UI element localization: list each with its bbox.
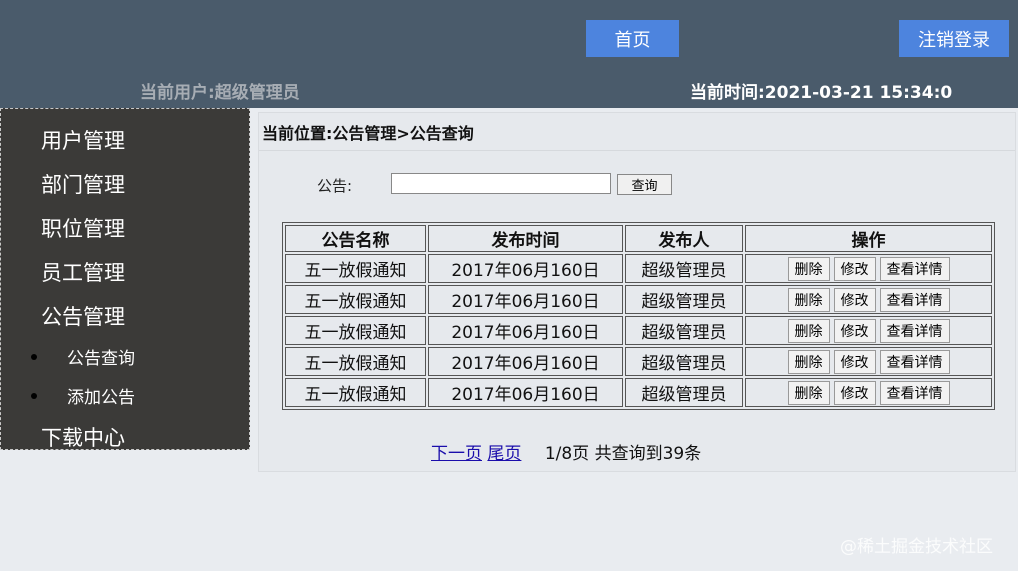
search-button[interactable]: 查询 — [617, 174, 672, 195]
sidebar-item-position-management[interactable]: 职位管理 — [41, 213, 125, 243]
cell-publish-time: 2017年06月160日 — [428, 254, 623, 283]
sidebar-subitem-label: 添加公告 — [67, 388, 135, 408]
sidebar: 用户管理 部门管理 职位管理 员工管理 公告管理 公告查询 添加公告 下载中心 — [0, 108, 250, 450]
sidebar-item-notice-management[interactable]: 公告管理 — [41, 301, 125, 331]
bullet-icon — [31, 353, 37, 360]
cell-publish-time: 2017年06月160日 — [428, 316, 623, 345]
divider — [259, 150, 1015, 151]
cell-publisher: 超级管理员 — [625, 378, 743, 407]
delete-button[interactable]: 删除 — [787, 256, 830, 281]
cell-publisher: 超级管理员 — [625, 285, 743, 314]
search-input[interactable] — [391, 173, 611, 194]
delete-button[interactable]: 删除 — [787, 287, 830, 312]
bullet-icon — [31, 392, 37, 399]
sidebar-subitem-add-notice[interactable]: 添加公告 — [31, 383, 135, 408]
sidebar-item-download-center[interactable]: 下载中心 — [41, 422, 125, 449]
breadcrumb: 当前位置:公告管理>公告查询 — [262, 124, 474, 143]
cell-actions: 删除 修改 查看详情 — [745, 347, 992, 376]
main-panel: 当前位置:公告管理>公告查询 公告: 查询 公告名称 发布时间 发布人 操作 五… — [258, 112, 1016, 472]
cell-notice-name: 五一放假通知 — [285, 347, 426, 376]
cell-publisher: 超级管理员 — [625, 254, 743, 283]
cell-actions: 删除 修改 查看详情 — [745, 285, 992, 314]
next-page-link[interactable]: 下一页 — [431, 444, 482, 464]
delete-button[interactable]: 删除 — [787, 318, 830, 343]
sidebar-item-user-management[interactable]: 用户管理 — [41, 125, 125, 155]
logout-button[interactable]: 注销登录 — [899, 20, 1009, 57]
cell-publish-time: 2017年06月160日 — [428, 378, 623, 407]
view-details-button[interactable]: 查看详情 — [879, 380, 950, 405]
cell-actions: 删除 修改 查看详情 — [745, 316, 992, 345]
view-details-button[interactable]: 查看详情 — [879, 318, 950, 343]
last-page-link[interactable]: 尾页 — [487, 444, 521, 464]
cell-notice-name: 五一放假通知 — [285, 378, 426, 407]
edit-button[interactable]: 修改 — [833, 287, 876, 312]
edit-button[interactable]: 修改 — [833, 349, 876, 374]
table-header-row: 公告名称 发布时间 发布人 操作 — [285, 225, 992, 252]
edit-button[interactable]: 修改 — [833, 380, 876, 405]
edit-button[interactable]: 修改 — [833, 318, 876, 343]
sidebar-subitem-label: 公告查询 — [67, 349, 135, 369]
column-header-publisher: 发布人 — [625, 225, 743, 252]
table-row: 五一放假通知 2017年06月160日 超级管理员 删除 修改 查看详情 — [285, 347, 992, 376]
cell-actions: 删除 修改 查看详情 — [745, 378, 992, 407]
cell-notice-name: 五一放假通知 — [285, 285, 426, 314]
search-label: 公告: — [317, 177, 353, 195]
table-row: 五一放假通知 2017年06月160日 超级管理员 删除 修改 查看详情 — [285, 378, 992, 407]
home-button[interactable]: 首页 — [586, 20, 679, 57]
cell-actions: 删除 修改 查看详情 — [745, 254, 992, 283]
top-header: 首页 注销登录 当前用户:超级管理员 当前时间:2021-03-21 15:34… — [0, 0, 1018, 108]
cell-publisher: 超级管理员 — [625, 347, 743, 376]
cell-publisher: 超级管理员 — [625, 316, 743, 345]
cell-notice-name: 五一放假通知 — [285, 316, 426, 345]
sidebar-subitem-notice-query[interactable]: 公告查询 — [31, 344, 135, 369]
table-row: 五一放假通知 2017年06月160日 超级管理员 删除 修改 查看详情 — [285, 285, 992, 314]
column-header-name: 公告名称 — [285, 225, 426, 252]
view-details-button[interactable]: 查看详情 — [879, 349, 950, 374]
view-details-button[interactable]: 查看详情 — [879, 287, 950, 312]
cell-notice-name: 五一放假通知 — [285, 254, 426, 283]
sidebar-item-department-management[interactable]: 部门管理 — [41, 169, 125, 199]
cell-publish-time: 2017年06月160日 — [428, 285, 623, 314]
view-details-button[interactable]: 查看详情 — [879, 256, 950, 281]
delete-button[interactable]: 删除 — [787, 349, 830, 374]
edit-button[interactable]: 修改 — [833, 256, 876, 281]
column-header-actions: 操作 — [745, 225, 992, 252]
table-body: 五一放假通知 2017年06月160日 超级管理员 删除 修改 查看详情 五一放假通知 201… — [285, 254, 992, 407]
sidebar-item-employee-management[interactable]: 员工管理 — [41, 257, 125, 287]
pager: 下一页 尾页 1/8页 共查询到39条 — [431, 439, 701, 464]
table-row: 五一放假通知 2017年06月160日 超级管理员 删除 修改 查看详情 — [285, 316, 992, 345]
table-row: 五一放假通知 2017年06月160日 超级管理员 删除 修改 查看详情 — [285, 254, 992, 283]
current-user-label: 当前用户:超级管理员 — [140, 83, 300, 103]
column-header-time: 发布时间 — [428, 225, 623, 252]
watermark: @稀土掘金技术社区 — [840, 537, 993, 557]
current-time-label: 当前时间:2021-03-21 15:34:0 — [690, 83, 953, 103]
delete-button[interactable]: 删除 — [787, 380, 830, 405]
notice-table: 公告名称 发布时间 发布人 操作 五一放假通知 2017年06月160日 超级管理员… — [282, 222, 995, 410]
cell-publish-time: 2017年06月160日 — [428, 347, 623, 376]
page-info: 1/8页 共查询到39条 — [544, 444, 702, 464]
